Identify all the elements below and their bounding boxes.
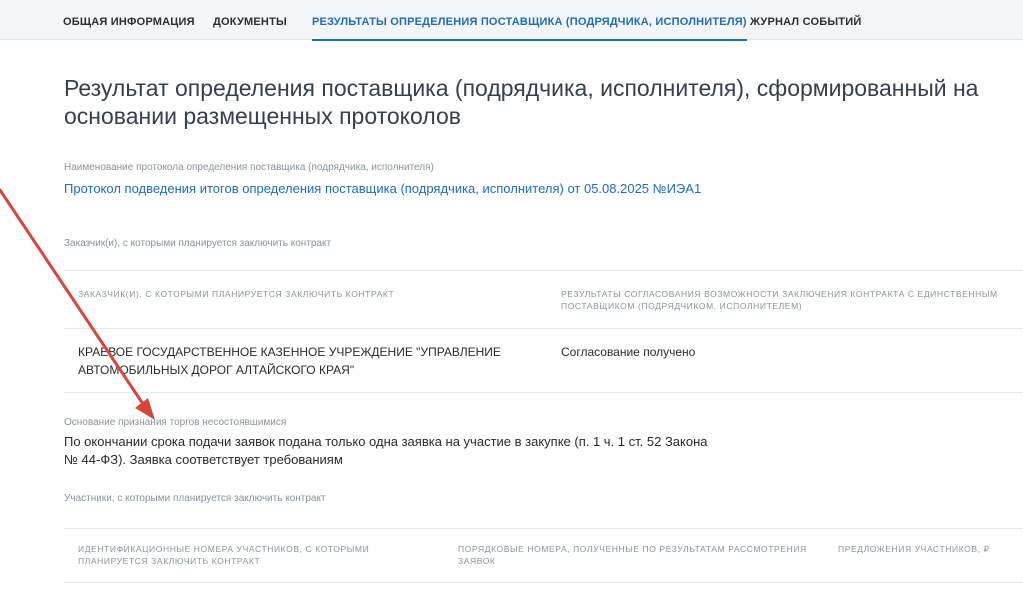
participants-table-header-ids: ИДЕНТИФИКАЦИОННЫЕ НОМЕРА УЧАСТНИКОВ, С К… [78, 544, 370, 566]
customers-table-cell-approval: Согласование получено [561, 345, 696, 359]
customers-label: Заказчик(и), с которыми планируется закл… [64, 238, 332, 249]
customers-table-cell-customer: КРАЕВОЕ ГОСУДАРСТВЕННОЕ КАЗЕННОЕ УЧРЕЖДЕ… [78, 345, 501, 377]
customers-table-header-approval: РЕЗУЛЬТАТЫ СОГЛАСОВАНИЯ ВОЗМОЖНОСТИ ЗАКЛ… [561, 289, 998, 311]
basis-text: По окончании срока подачи заявок подана … [64, 434, 708, 467]
tab-supplier-results-label: РЕЗУЛЬТАТЫ ОПРЕДЕЛЕНИЯ ПОСТАВЩИКА (ПОДРЯ… [312, 16, 747, 28]
participants-table-header-order-numbers: ПОРЯДКОВЫЕ НОМЕРА, ПОЛУЧЕННЫЕ ПО РЕЗУЛЬТ… [458, 544, 807, 566]
page-title: Результат определения поставщика (подряд… [64, 75, 979, 129]
basis-label: Основание признания торгов несостоявшими… [64, 417, 287, 428]
protocol-label: Наименование протокола определения поста… [64, 162, 434, 173]
purchase-results-page: ОБЩАЯ ИНФОРМАЦИЯ ДОКУМЕНТЫ РЕЗУЛЬТАТЫ ОП… [0, 0, 1023, 591]
tab-event-log-label: ЖУРНАЛ СОБЫТИЙ [750, 16, 862, 28]
customers-table-header-customer: ЗАКАЗЧИК(И), С КОТОРЫМИ ПЛАНИРУЕТСЯ ЗАКЛ… [78, 289, 395, 299]
customers-table-header-divider [64, 328, 1023, 329]
tab-general-info-label: ОБЩАЯ ИНФОРМАЦИЯ [63, 16, 195, 28]
active-tab-underline [312, 39, 747, 41]
tab-supplier-results[interactable]: РЕЗУЛЬТАТЫ ОПРЕДЕЛЕНИЯ ПОСТАВЩИКА (ПОДРЯ… [312, 0, 747, 41]
participants-table-header-offers: ПРЕДЛОЖЕНИЯ УЧАСТНИКОВ, ₽ [838, 544, 990, 554]
tab-documents-label: ДОКУМЕНТЫ [213, 16, 287, 28]
customers-table-bottom-border [64, 392, 1023, 393]
tab-general-info[interactable]: ОБЩАЯ ИНФОРМАЦИЯ [63, 0, 195, 40]
tab-bar: ОБЩАЯ ИНФОРМАЦИЯ ДОКУМЕНТЫ РЕЗУЛЬТАТЫ ОП… [0, 0, 1023, 41]
tab-event-log[interactable]: ЖУРНАЛ СОБЫТИЙ [750, 0, 861, 40]
protocol-link[interactable]: Протокол подведения итогов определения п… [64, 180, 724, 198]
tab-documents[interactable]: ДОКУМЕНТЫ [213, 0, 287, 40]
customers-table-top-border [64, 270, 1023, 271]
participants-table-top-border [64, 528, 1023, 529]
participants-label: Участники, с которыми планируется заключ… [64, 493, 326, 504]
participants-table-header-divider [64, 582, 1023, 583]
